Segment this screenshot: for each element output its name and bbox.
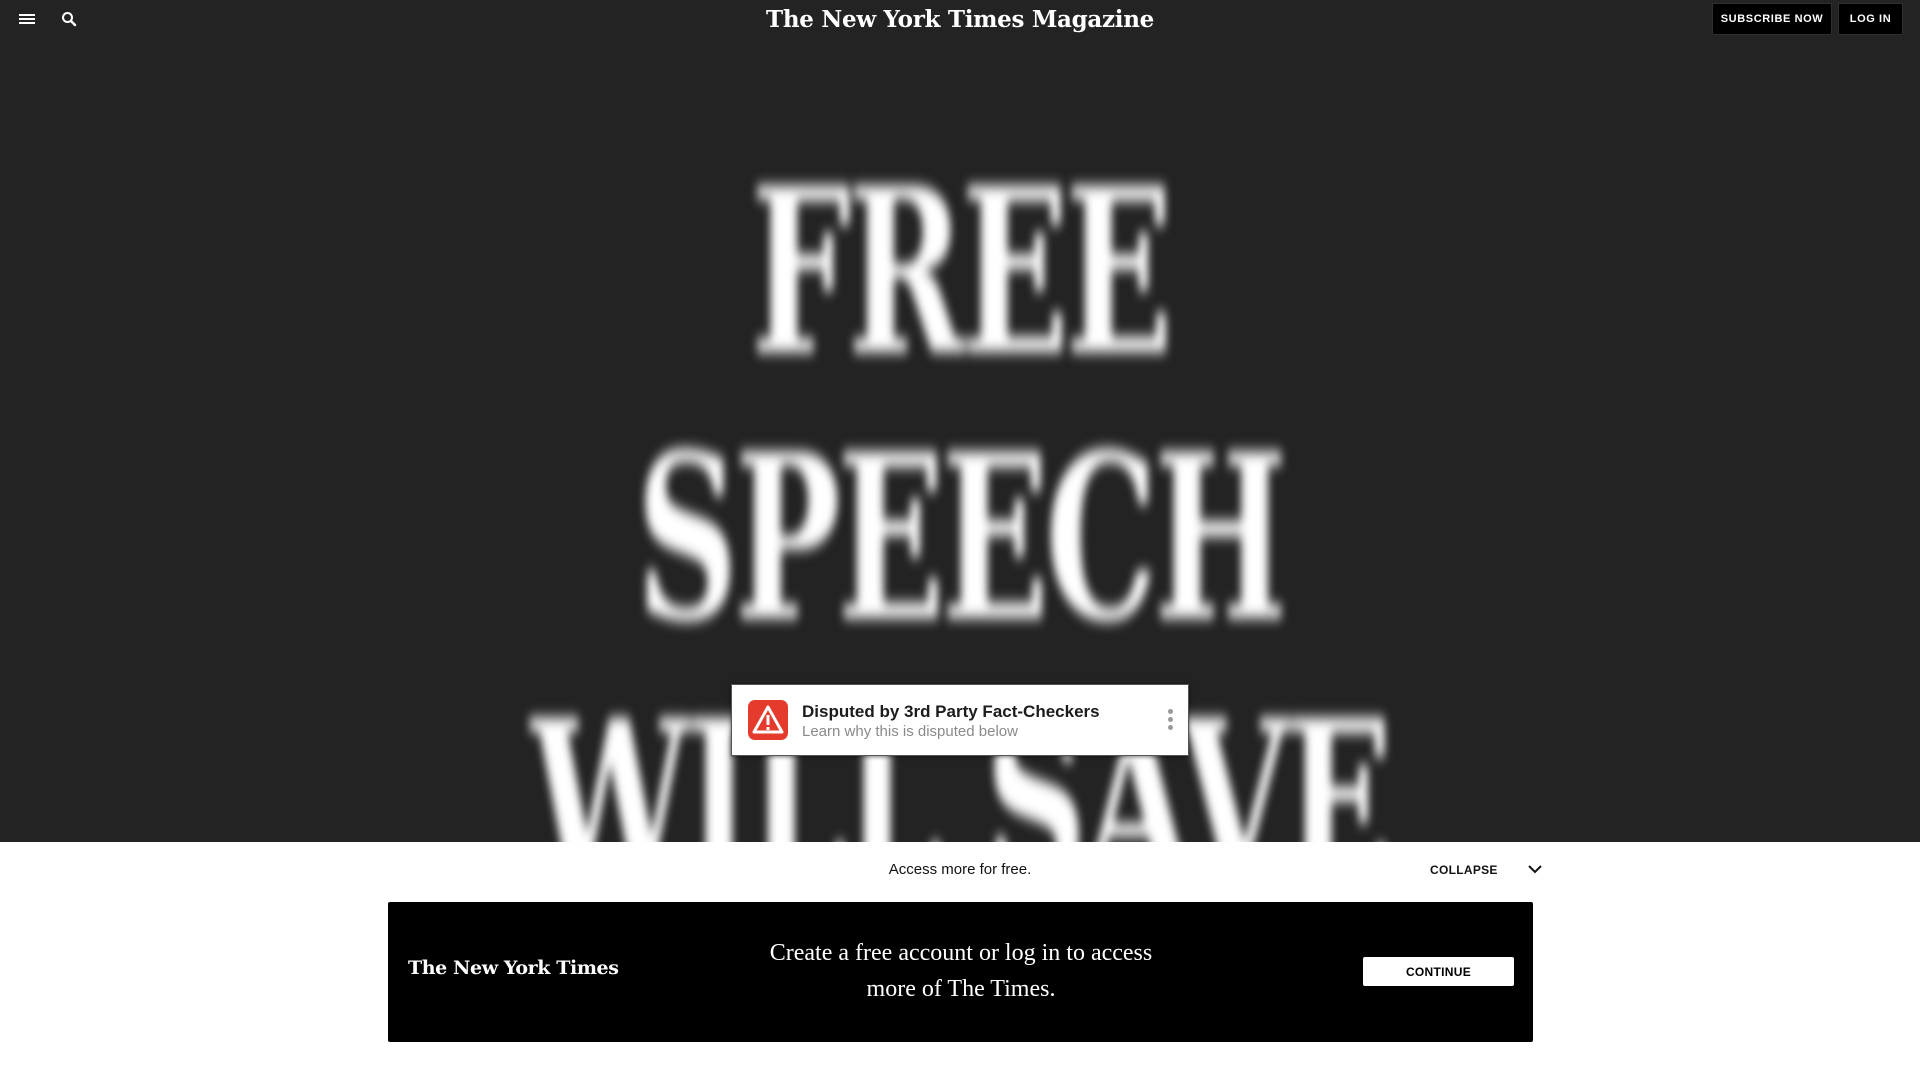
- hero-text-line-1: FREE: [750, 138, 1173, 406]
- promo-card: The New York Times Create a free account…: [388, 902, 1533, 1042]
- masthead-logo[interactable]: The New York Times Magazine: [0, 4, 1920, 36]
- nyt-logo: The New York Times: [408, 957, 619, 979]
- registration-banner: Access more for free. COLLAPSE The New Y…: [0, 842, 1920, 1080]
- hero-text-line-2: SPEECH: [636, 404, 1287, 672]
- more-vertical-icon[interactable]: [1166, 709, 1174, 733]
- fact-check-badge[interactable]: Disputed by 3rd Party Fact-Checkers Lear…: [731, 684, 1189, 756]
- access-text: Access more for free.: [888, 861, 1032, 878]
- continue-button[interactable]: CONTINUE: [1363, 957, 1514, 986]
- badge-title: Disputed by 3rd Party Fact-Checkers: [802, 702, 1100, 721]
- site-header: The New York Times Magazine SUBSCRIBE NO…: [0, 0, 1920, 38]
- badge-subtitle: Learn why this is disputed below: [802, 723, 1018, 740]
- warning-triangle-icon: [748, 700, 788, 740]
- subscribe-now-button[interactable]: SUBSCRIBE NOW: [1712, 3, 1832, 35]
- promo-message: Create a free account or log in to acces…: [769, 940, 1153, 1002]
- collapse-label: COLLAPSE: [1430, 863, 1498, 877]
- log-in-button[interactable]: LOG IN: [1838, 3, 1903, 35]
- chevron-down-icon: [1528, 861, 1542, 879]
- collapse-button[interactable]: COLLAPSE: [1430, 856, 1542, 884]
